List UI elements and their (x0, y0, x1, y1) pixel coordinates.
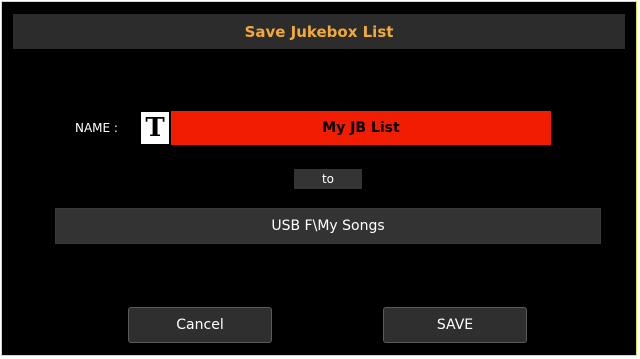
cancel-button[interactable]: Cancel (128, 307, 272, 343)
name-label: NAME : (75, 121, 118, 135)
save-jukebox-dialog: Save Jukebox List NAME : T My JB List to… (1, 1, 637, 356)
dialog-title: Save Jukebox List (13, 14, 625, 49)
name-field[interactable]: My JB List (171, 111, 551, 145)
text-edit-icon[interactable]: T (141, 112, 169, 144)
to-label: to (294, 169, 362, 189)
save-button[interactable]: SAVE (383, 307, 527, 343)
destination-path-field[interactable]: USB F\My Songs (55, 208, 601, 244)
